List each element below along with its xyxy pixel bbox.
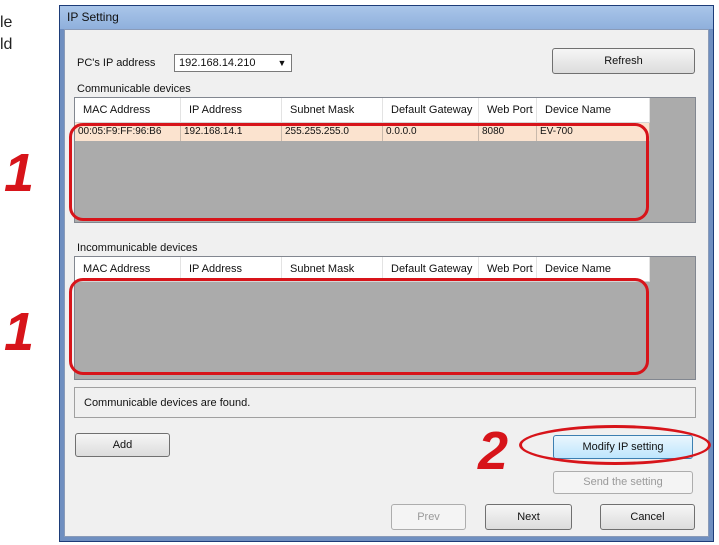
next-button-label: Next <box>517 511 540 523</box>
pc-ip-value: 192.168.14.210 <box>179 57 256 69</box>
prev-button-label: Prev <box>417 511 440 523</box>
column-header-gateway[interactable]: Default Gateway <box>383 98 479 122</box>
column-header-devicename[interactable]: Device Name <box>537 98 650 122</box>
next-button[interactable]: Next <box>485 504 572 530</box>
document-fragment-line-2: ld <box>0 36 13 53</box>
send-setting-button-label: Send the setting <box>583 476 663 488</box>
cancel-button-label: Cancel <box>630 511 665 523</box>
communicable-devices-label: Communicable devices <box>77 83 191 95</box>
step-number-1-top: 1 <box>4 143 35 203</box>
communicable-list-header: MAC Address IP Address Subnet Mask Defau… <box>75 98 650 123</box>
cancel-button[interactable]: Cancel <box>600 504 695 530</box>
refresh-button-label: Refresh <box>604 55 643 67</box>
step-number-1-bottom: 1 <box>4 302 35 362</box>
pc-ip-label: PC's IP address <box>77 57 156 69</box>
prev-button[interactable]: Prev <box>391 504 466 530</box>
status-message-box: Communicable devices are found. <box>74 387 696 418</box>
column-header-ip[interactable]: IP Address <box>181 98 282 122</box>
send-setting-button[interactable]: Send the setting <box>553 471 693 494</box>
column-header-webport[interactable]: Web Port <box>479 98 537 122</box>
status-message: Communicable devices are found. <box>84 397 251 409</box>
column-header-subnet[interactable]: Subnet Mask <box>282 98 383 122</box>
add-button-label: Add <box>112 439 133 451</box>
document-fragment-line-1: le <box>0 14 13 31</box>
pc-ip-select[interactable]: 192.168.14.210 ▼ <box>174 54 292 72</box>
column-header-mac[interactable]: MAC Address <box>75 98 181 122</box>
callout-incommunicable-devices <box>69 278 649 375</box>
window-title: IP Setting <box>67 10 119 24</box>
incommunicable-devices-label: Incommunicable devices <box>77 242 198 254</box>
step-number-2: 2 <box>478 421 509 481</box>
dropdown-arrow-icon[interactable]: ▼ <box>275 58 289 70</box>
callout-modify-ip-setting <box>519 425 711 465</box>
add-button[interactable]: Add <box>75 433 170 457</box>
callout-communicable-devices <box>69 123 649 221</box>
refresh-button[interactable]: Refresh <box>552 48 695 74</box>
window-titlebar: IP Setting <box>60 6 713 29</box>
